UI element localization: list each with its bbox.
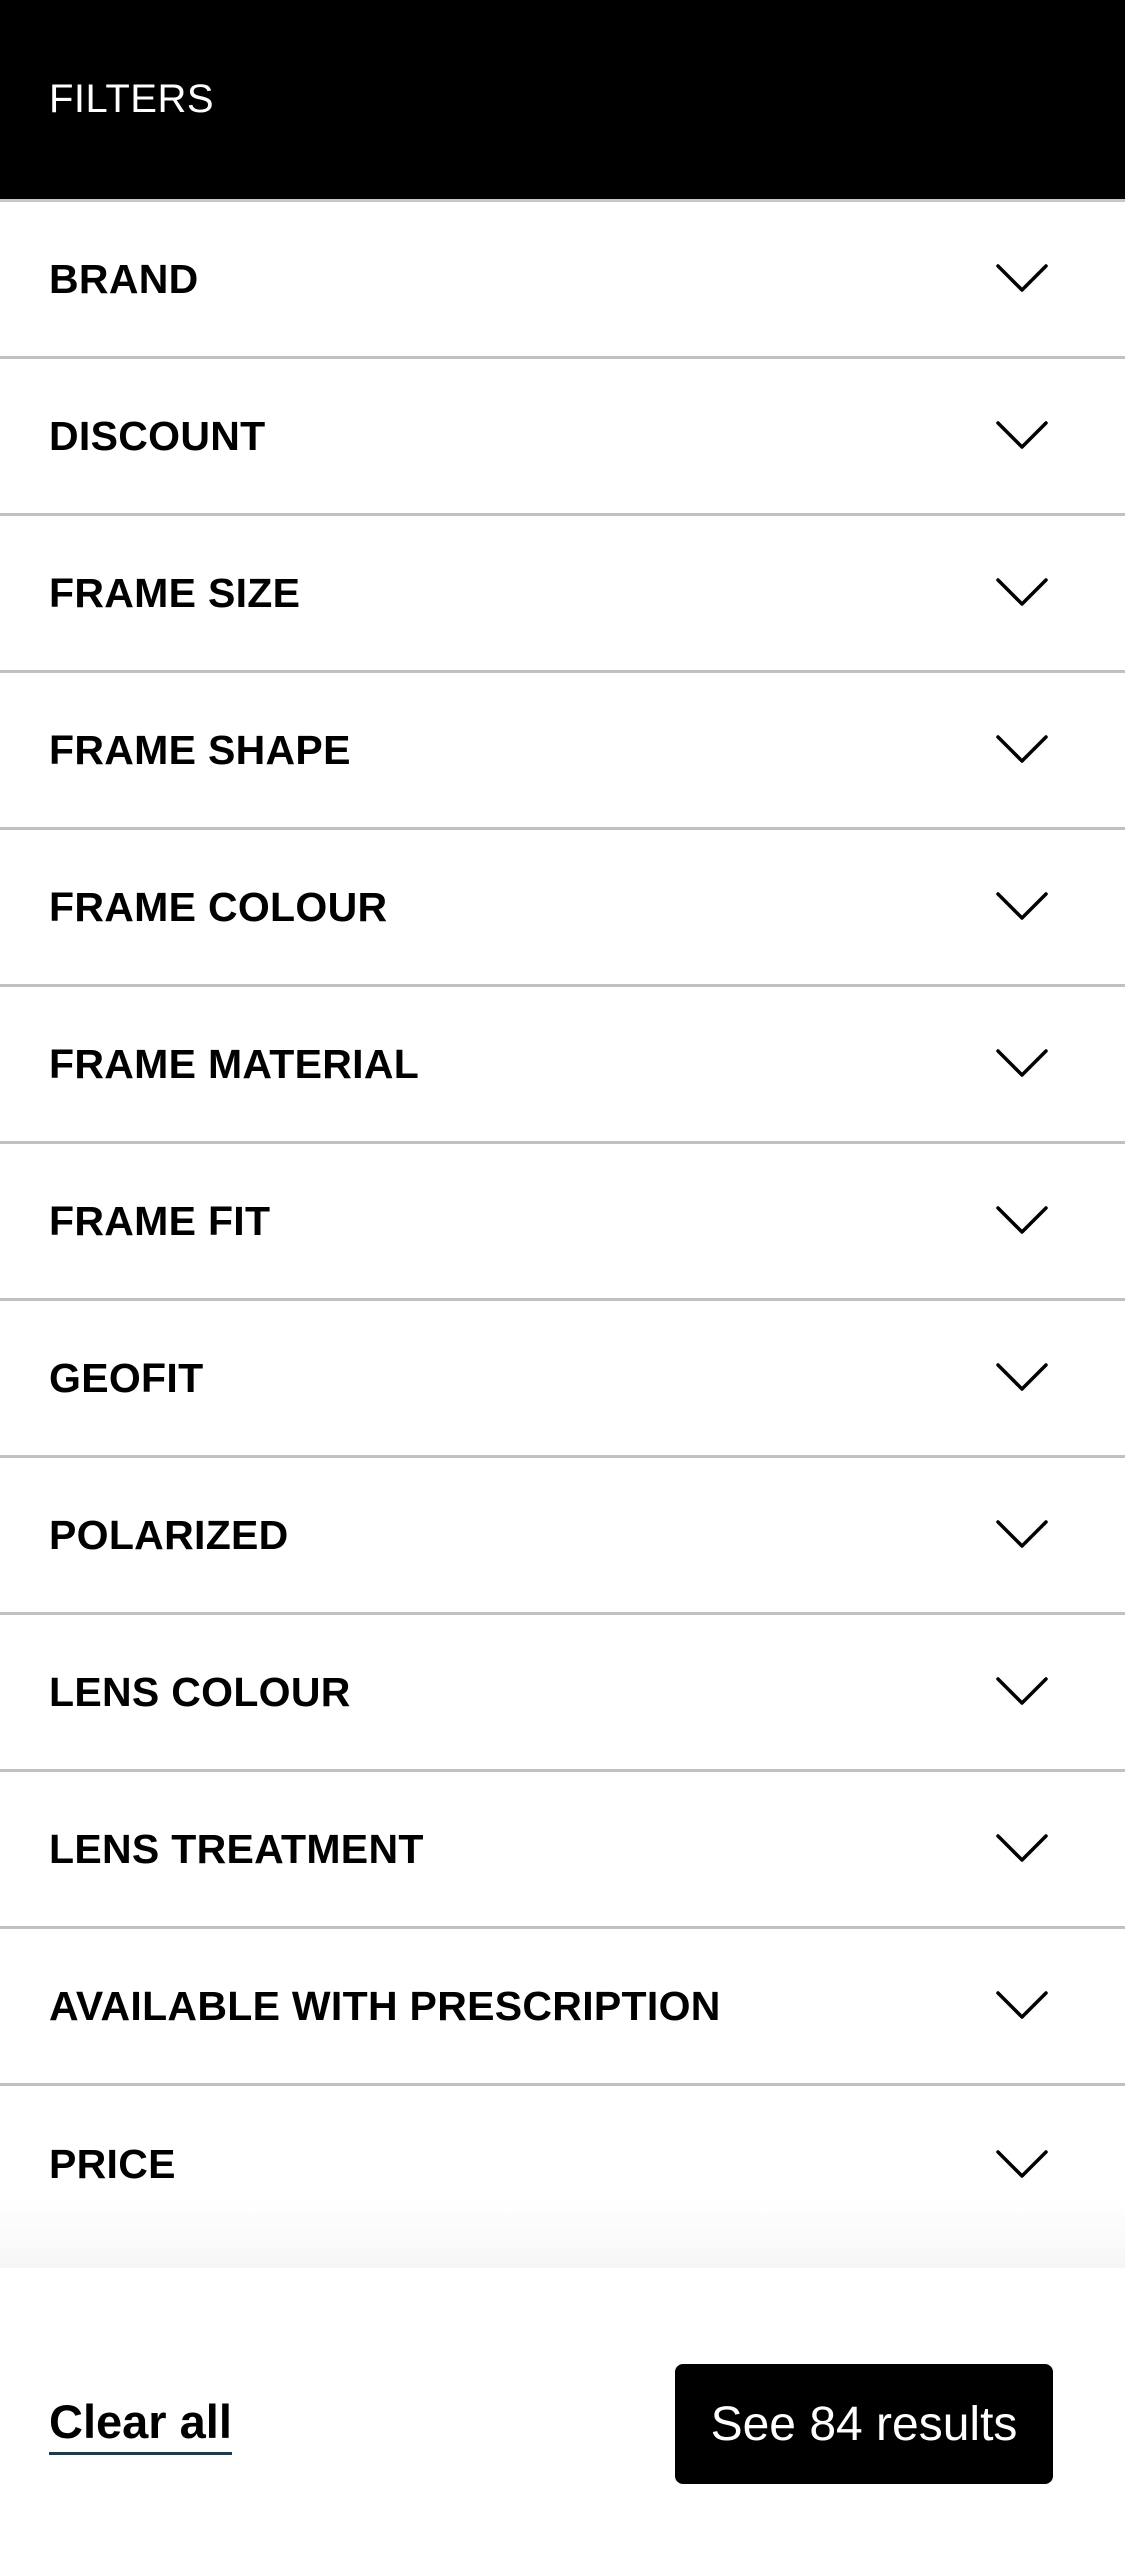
chevron-down-icon [996,1363,1048,1391]
filter-label: PRICE [49,2141,176,2187]
filters-header: FILTERS [0,0,1125,199]
filter-frame-colour[interactable]: FRAME COLOUR [0,830,1125,987]
filter-label: BRAND [49,255,199,302]
chevron-down-icon [996,1049,1048,1077]
page-title: FILTERS [49,77,215,121]
filter-available-with-prescription[interactable]: AVAILABLE WITH PRESCRIPTION [0,1929,1125,2086]
chevron-down-icon [996,264,1048,292]
filter-frame-fit[interactable]: FRAME FIT [0,1144,1125,1301]
filter-brand[interactable]: BRAND [0,202,1125,359]
filter-price[interactable]: PRICE [0,2086,1125,2243]
chevron-down-icon [996,421,1048,449]
chevron-down-icon [996,1206,1048,1234]
chevron-down-icon [996,1991,1048,2019]
filter-label: FRAME SHAPE [49,726,351,773]
filter-label: DISCOUNT [49,412,266,459]
filter-list: BRAND DISCOUNT FRAME SIZE FRAME SHAPE FR… [0,202,1125,2243]
chevron-down-icon [996,1677,1048,1705]
chevron-down-icon [996,892,1048,920]
filter-polarized[interactable]: POLARIZED [0,1458,1125,1615]
chevron-down-icon [996,1834,1048,1862]
filter-label: FRAME SIZE [49,569,301,616]
filter-label: LENS TREATMENT [49,1825,424,1872]
see-results-button[interactable]: See 84 results [675,2364,1053,2484]
filter-lens-treatment[interactable]: LENS TREATMENT [0,1772,1125,1929]
filter-label: FRAME COLOUR [49,883,388,930]
chevron-down-icon [996,735,1048,763]
filter-label: GEOFIT [49,1354,204,1401]
filter-label: FRAME MATERIAL [49,1040,420,1087]
filter-frame-material[interactable]: FRAME MATERIAL [0,987,1125,1144]
filter-discount[interactable]: DISCOUNT [0,359,1125,516]
filters-footer: Clear all See 84 results [0,2268,1125,2559]
filter-geofit[interactable]: GEOFIT [0,1301,1125,1458]
filter-label: AVAILABLE WITH PRESCRIPTION [49,1982,721,2029]
chevron-down-icon [996,1520,1048,1548]
clear-all-link[interactable]: Clear all [49,2394,232,2455]
filter-frame-shape[interactable]: FRAME SHAPE [0,673,1125,830]
filters-panel: FILTERS BRAND DISCOUNT FRAME SIZE FRAME … [0,0,1125,2559]
chevron-down-icon [996,2149,1048,2178]
filter-label: LENS COLOUR [49,1668,351,1715]
filter-lens-colour[interactable]: LENS COLOUR [0,1615,1125,1772]
filter-frame-size[interactable]: FRAME SIZE [0,516,1125,673]
chevron-down-icon [996,578,1048,606]
filter-label: POLARIZED [49,1511,289,1558]
filter-label: FRAME FIT [49,1197,271,1244]
